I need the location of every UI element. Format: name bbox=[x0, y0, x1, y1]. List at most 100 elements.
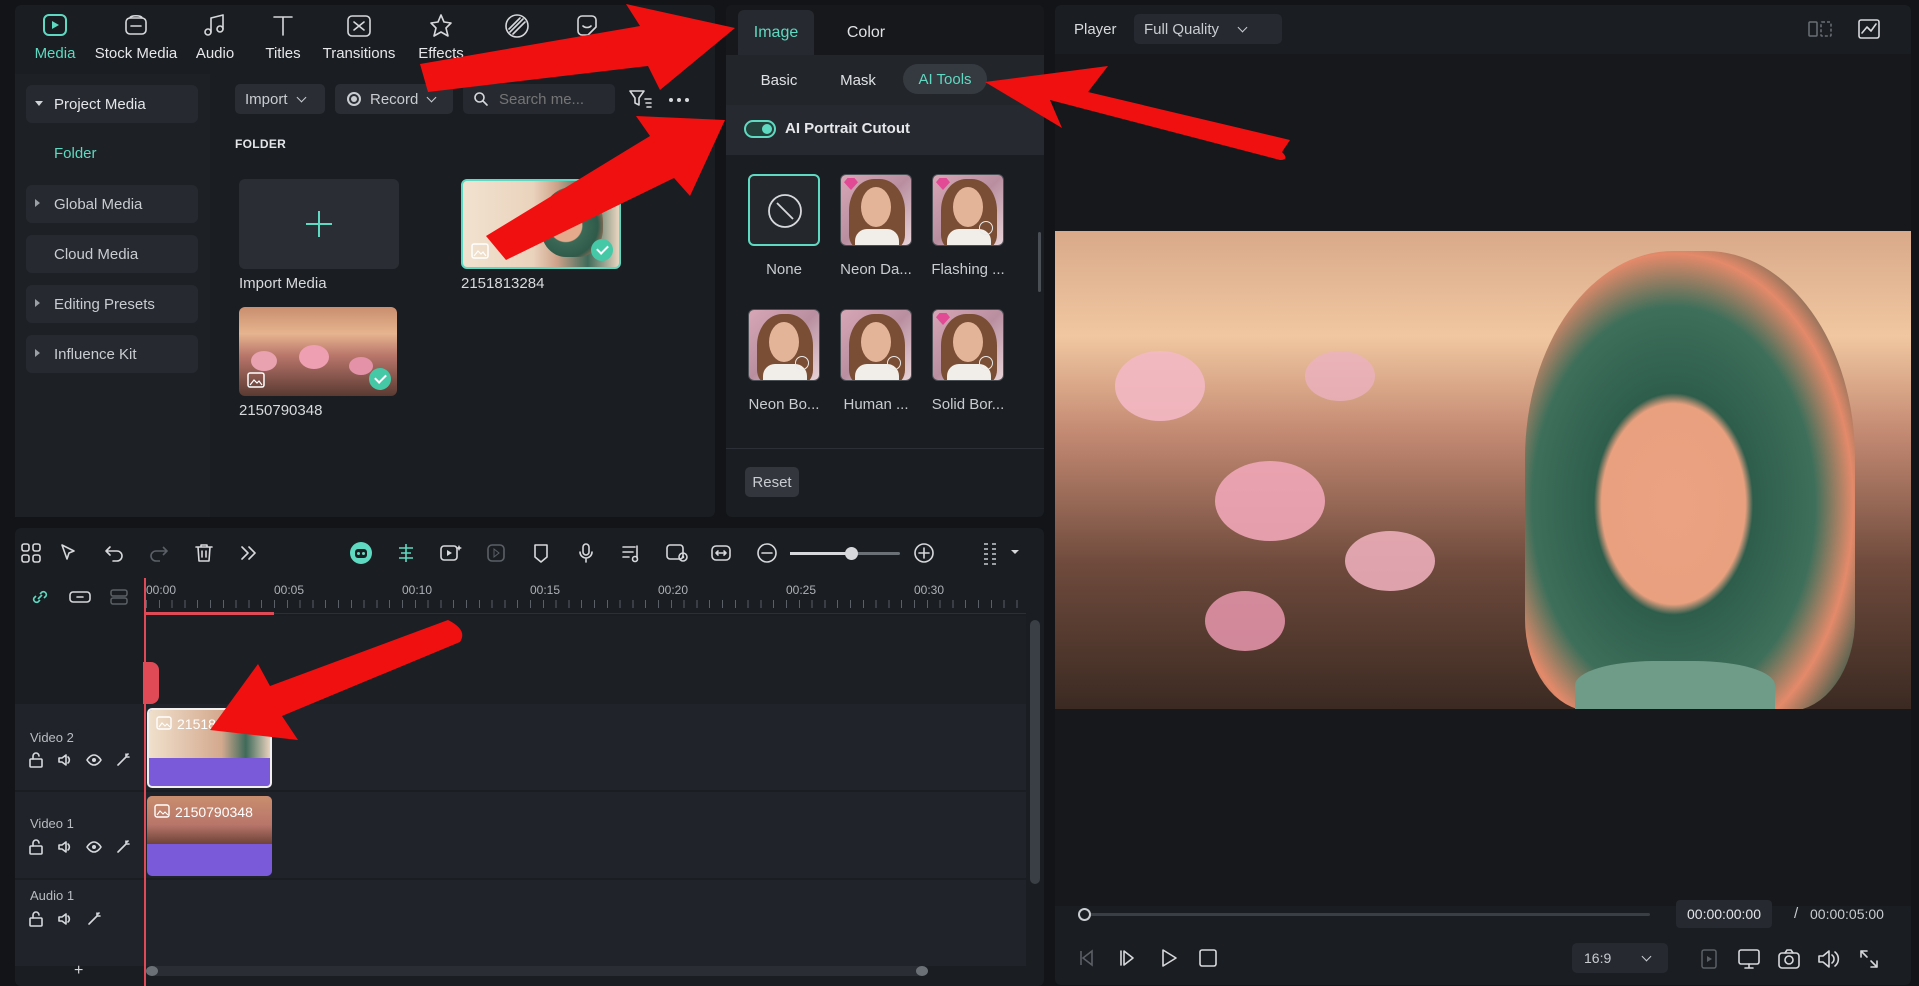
cutout-human[interactable] bbox=[840, 309, 912, 381]
sidebar-item-global-media[interactable]: Global Media bbox=[26, 185, 198, 223]
zoom-in-icon[interactable] bbox=[913, 542, 935, 564]
speaker-icon[interactable] bbox=[57, 911, 73, 927]
sidebar-item-editing-presets[interactable]: Editing Presets bbox=[26, 285, 198, 323]
compare-view-icon[interactable] bbox=[1807, 19, 1833, 39]
track-link-icon[interactable] bbox=[68, 587, 92, 607]
scope-icon[interactable] bbox=[1857, 18, 1881, 40]
properties-scrollbar[interactable] bbox=[1038, 232, 1041, 292]
nav-stock-media[interactable]: Stock Media bbox=[91, 0, 181, 70]
track-controls bbox=[28, 839, 131, 855]
timeline-vertical-scrollbar[interactable] bbox=[1030, 620, 1040, 884]
quality-dropdown[interactable]: Full Quality bbox=[1134, 14, 1282, 44]
preview-settings-icon[interactable] bbox=[665, 542, 689, 564]
microphone-icon[interactable] bbox=[575, 542, 597, 564]
nav-audio[interactable]: Audio bbox=[187, 0, 243, 70]
select-tool-icon[interactable] bbox=[58, 542, 80, 564]
media-thumbnail[interactable] bbox=[239, 307, 397, 396]
subtab-mask[interactable]: Mask bbox=[828, 65, 888, 95]
import-button[interactable]: Import bbox=[235, 84, 325, 114]
nav-titles[interactable]: Titles bbox=[255, 0, 311, 70]
speaker-icon[interactable] bbox=[57, 752, 73, 768]
track-height-icon[interactable] bbox=[980, 542, 1000, 566]
playback-progress[interactable] bbox=[1078, 908, 1650, 921]
redo-icon[interactable] bbox=[148, 542, 170, 564]
media-thumbnail[interactable] bbox=[461, 179, 621, 269]
zoom-slider-handle[interactable] bbox=[845, 547, 858, 560]
filter-icon[interactable] bbox=[628, 89, 652, 109]
chevron-down-icon[interactable] bbox=[1010, 548, 1020, 556]
sidebar-item-project-media[interactable]: Project Media bbox=[26, 85, 198, 123]
display-icon[interactable] bbox=[1737, 948, 1761, 970]
render-preview-icon[interactable] bbox=[1700, 948, 1718, 970]
sidebar-item-folder[interactable]: Folder bbox=[54, 145, 97, 162]
snapshot-icon[interactable] bbox=[1777, 948, 1801, 970]
sidebar-item-influence-kit[interactable]: Influence Kit bbox=[26, 335, 198, 373]
tab-image[interactable]: Image bbox=[738, 10, 814, 55]
search-box[interactable] bbox=[463, 84, 615, 114]
more-tools-icon[interactable] bbox=[238, 542, 260, 564]
marker-icon[interactable] bbox=[530, 542, 552, 564]
nav-stickers[interactable] bbox=[559, 0, 615, 70]
cutout-neon-border[interactable] bbox=[748, 309, 820, 381]
undo-icon[interactable] bbox=[103, 542, 125, 564]
ai-mate-icon[interactable] bbox=[348, 540, 374, 566]
lock-icon[interactable] bbox=[28, 839, 44, 855]
progress-handle[interactable] bbox=[1078, 908, 1091, 921]
download-icon bbox=[979, 356, 993, 370]
current-time[interactable]: 00:00:00:00 bbox=[1676, 900, 1772, 928]
lock-icon[interactable] bbox=[28, 911, 44, 927]
nav-filters[interactable] bbox=[489, 0, 545, 70]
add-track-button[interactable]: + bbox=[74, 962, 83, 980]
track-manager-icon[interactable] bbox=[108, 587, 130, 607]
search-input[interactable] bbox=[499, 90, 609, 108]
nav-transitions[interactable]: Transitions bbox=[319, 0, 399, 70]
cutout-flashing[interactable] bbox=[932, 174, 1004, 246]
playhead-handle[interactable] bbox=[143, 662, 159, 704]
cutout-solid-border[interactable] bbox=[932, 309, 1004, 381]
fit-timeline-icon[interactable] bbox=[710, 542, 732, 564]
next-frame-icon[interactable] bbox=[1118, 948, 1140, 968]
stop-icon[interactable] bbox=[1198, 948, 1218, 968]
sidebar-item-cloud-media[interactable]: Cloud Media bbox=[26, 235, 198, 273]
image-icon bbox=[156, 716, 172, 730]
cutout-label: Neon Bo... bbox=[748, 396, 820, 413]
cutout-neon-dash[interactable] bbox=[840, 174, 912, 246]
subtab-ai-tools[interactable]: AI Tools bbox=[903, 64, 987, 94]
ai-clip-icon[interactable] bbox=[439, 542, 463, 564]
audio-mixer-icon[interactable] bbox=[620, 542, 642, 564]
fullscreen-icon[interactable] bbox=[1858, 948, 1880, 970]
reset-button[interactable]: Reset bbox=[745, 467, 799, 497]
magic-wand-icon[interactable] bbox=[115, 752, 131, 768]
nav-effects[interactable]: Effects bbox=[413, 0, 469, 70]
zoom-out-icon[interactable] bbox=[756, 542, 778, 564]
import-media-tile[interactable] bbox=[239, 179, 399, 269]
record-button[interactable]: Record bbox=[335, 84, 453, 114]
nav-media[interactable]: Media bbox=[25, 0, 85, 70]
snap-icon[interactable] bbox=[395, 542, 417, 564]
timeline-horizontal-scrollbar[interactable] bbox=[146, 966, 928, 976]
eye-icon[interactable] bbox=[86, 752, 102, 768]
ai-portrait-toggle[interactable] bbox=[744, 120, 776, 138]
previous-frame-icon[interactable] bbox=[1076, 948, 1098, 968]
tab-color[interactable]: Color bbox=[828, 10, 904, 55]
more-options-icon[interactable] bbox=[668, 97, 690, 103]
preview-image[interactable] bbox=[1055, 231, 1911, 709]
delete-icon[interactable] bbox=[193, 542, 215, 564]
magic-wand-icon[interactable] bbox=[115, 839, 131, 855]
aspect-ratio-dropdown[interactable]: 16:9 bbox=[1572, 943, 1668, 973]
zoom-slider[interactable] bbox=[790, 547, 900, 560]
eye-icon[interactable] bbox=[86, 839, 102, 855]
render-icon[interactable] bbox=[485, 542, 507, 564]
timeline-clip[interactable]: 2151813284 bbox=[147, 708, 272, 788]
link-icon[interactable] bbox=[30, 587, 50, 607]
cutout-none[interactable] bbox=[748, 174, 820, 246]
play-icon[interactable] bbox=[1158, 948, 1180, 968]
playhead[interactable] bbox=[144, 578, 146, 986]
lock-icon[interactable] bbox=[28, 752, 44, 768]
subtab-basic[interactable]: Basic bbox=[748, 65, 810, 95]
layout-grid-icon[interactable] bbox=[20, 542, 42, 564]
volume-icon[interactable] bbox=[1816, 948, 1840, 970]
speaker-icon[interactable] bbox=[57, 839, 73, 855]
timeline-clip[interactable]: 2150790348 bbox=[147, 796, 272, 876]
magic-wand-icon[interactable] bbox=[86, 911, 102, 927]
